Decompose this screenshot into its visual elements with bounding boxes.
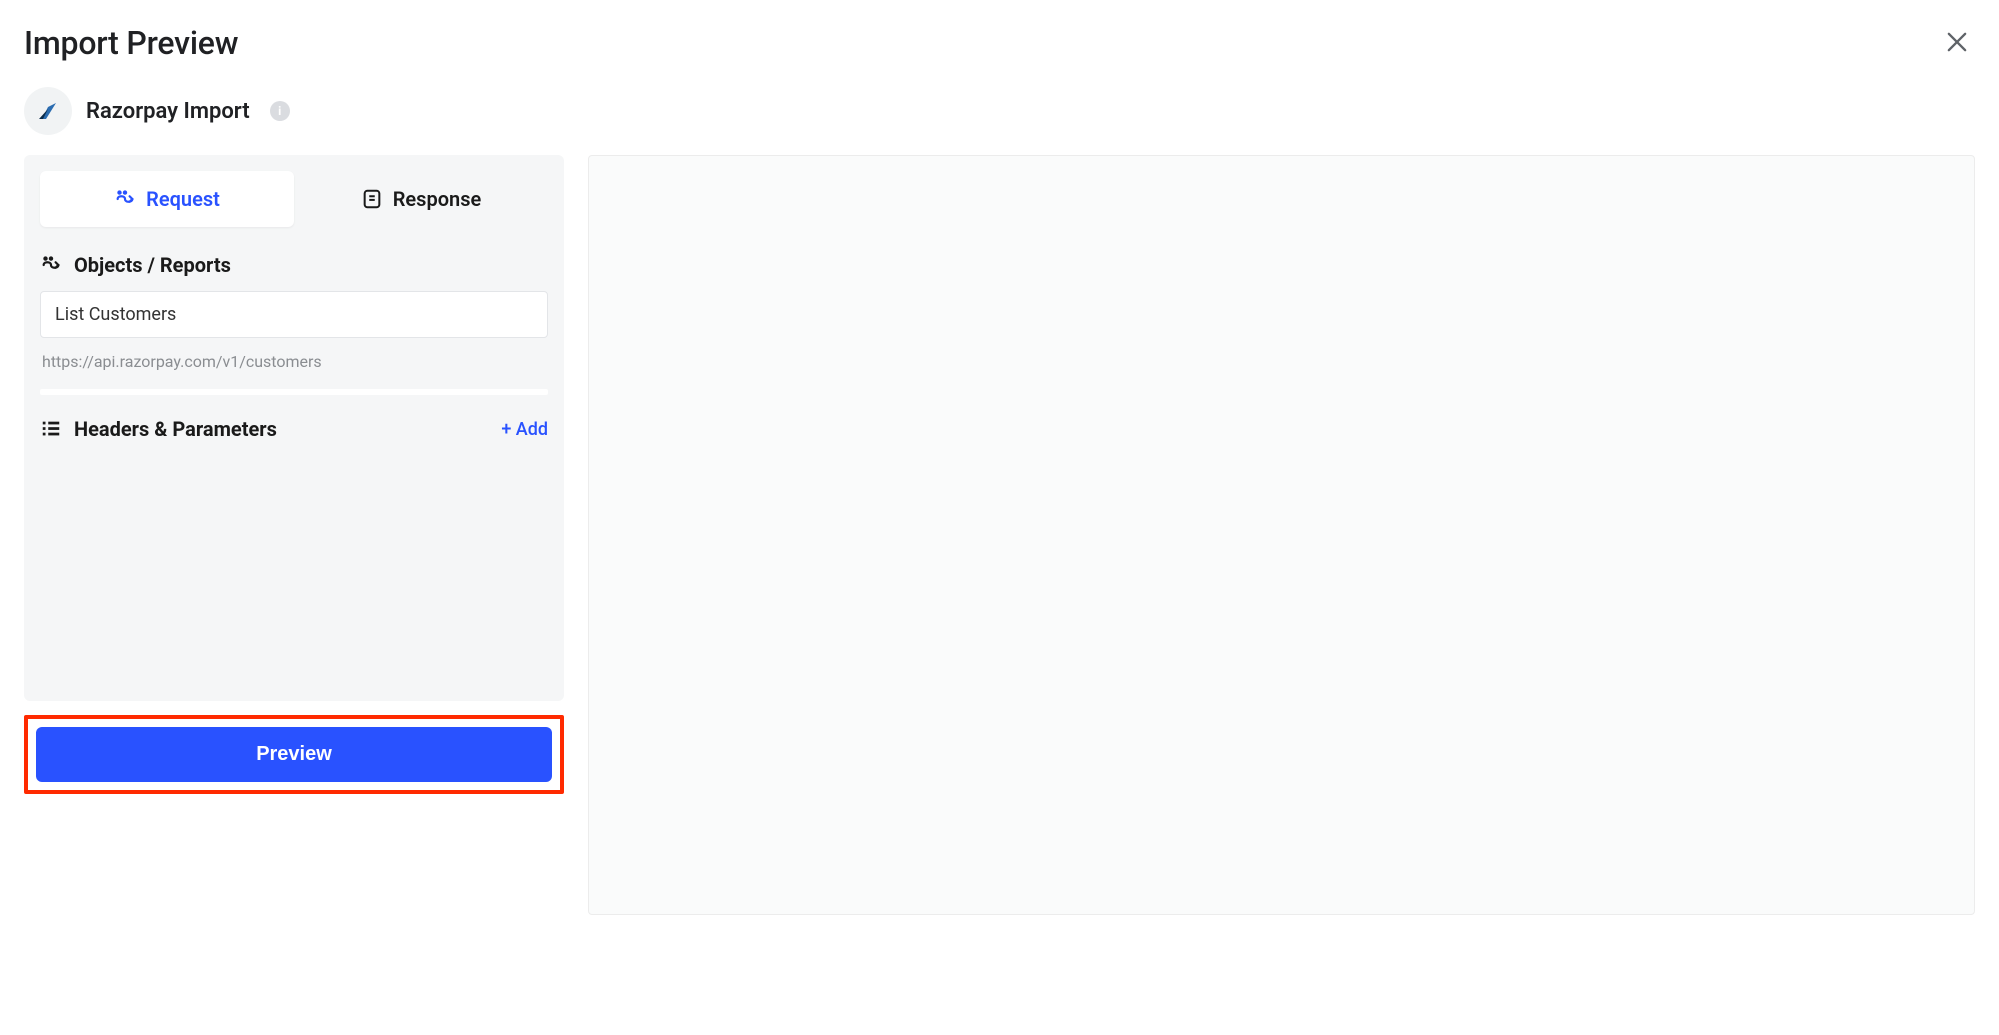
preview-output-panel	[588, 155, 1975, 915]
tab-response[interactable]: Response	[294, 171, 548, 227]
add-header-param-link[interactable]: + Add	[501, 419, 548, 440]
tab-request-label: Request	[146, 187, 220, 211]
razorpay-logo-icon	[36, 97, 60, 125]
preview-button[interactable]: Preview	[36, 727, 552, 782]
response-icon	[361, 188, 383, 210]
objects-label: Objects / Reports	[74, 253, 231, 277]
request-icon	[114, 188, 136, 210]
tab-response-label: Response	[393, 187, 482, 211]
close-button[interactable]	[1939, 24, 1975, 63]
headers-params-section-head: Headers & Parameters	[40, 417, 277, 441]
info-icon[interactable]: i	[270, 101, 290, 121]
headers-params-label: Headers & Parameters	[74, 417, 277, 441]
source-name: Razorpay Import	[86, 99, 250, 124]
objects-icon	[40, 254, 62, 276]
list-icon	[40, 418, 62, 440]
request-card: Request Response Objects / Reports List …	[24, 155, 564, 701]
tab-request[interactable]: Request	[40, 171, 294, 227]
divider	[40, 389, 548, 395]
source-avatar	[24, 87, 72, 135]
preview-highlight: Preview	[24, 715, 564, 794]
endpoint-url: https://api.razorpay.com/v1/customers	[40, 352, 548, 371]
close-icon	[1943, 28, 1971, 59]
objects-section-head: Objects / Reports	[40, 253, 548, 277]
page-title: Import Preview	[24, 24, 238, 62]
source-row: Razorpay Import i	[24, 87, 1975, 135]
objects-select[interactable]: List Customers	[40, 291, 548, 338]
tabs: Request Response	[40, 171, 548, 227]
